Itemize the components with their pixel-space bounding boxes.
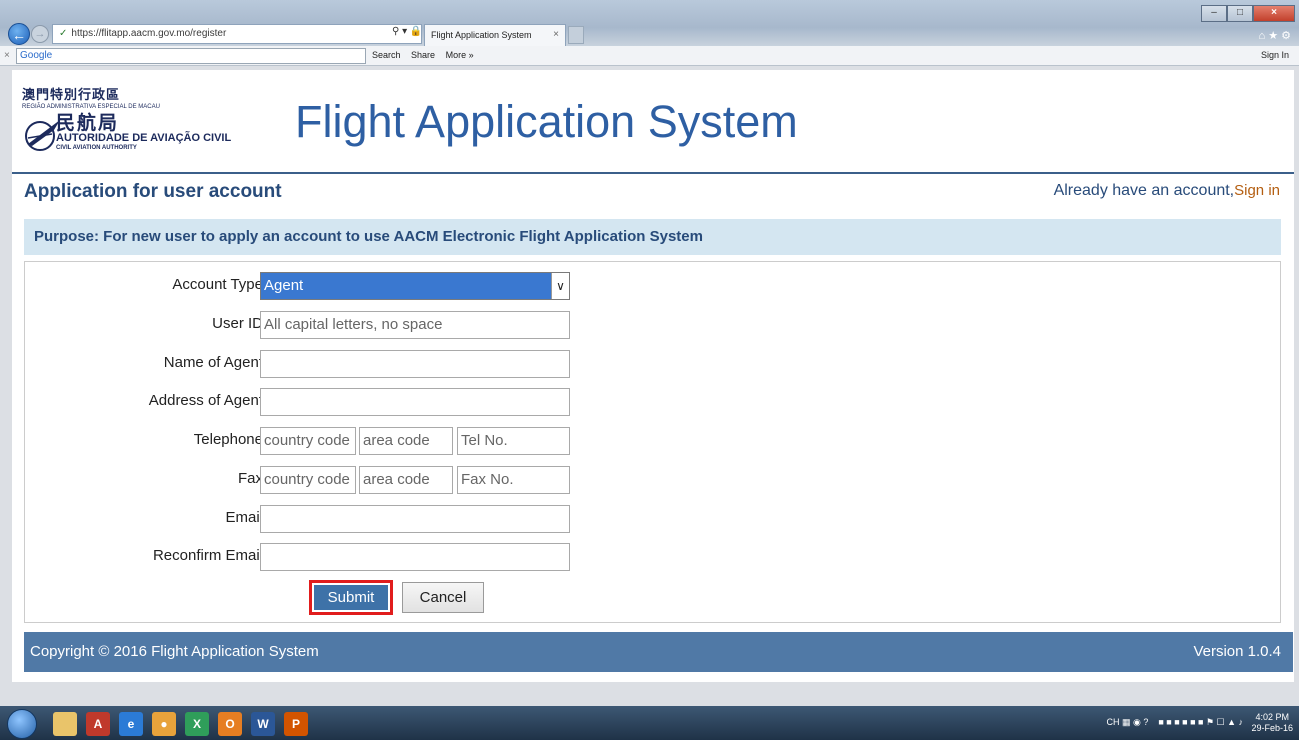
back-arrow-icon[interactable]: ← [8, 23, 30, 45]
email-row: Email [25, 505, 625, 533]
reconfirm-email-input[interactable] [260, 543, 570, 571]
system-tray[interactable]: CH ▦ ◉ ? ■ ■ ■ ■ ■ ■ ⚑ ☐ ▲ ♪ [1106, 717, 1243, 728]
agent-address-label: Address of Agent [148, 392, 263, 409]
minimize-icon[interactable]: – [1201, 5, 1227, 22]
agent-name-row: Name of Agent [25, 350, 625, 378]
browser-titlebar: ← → ✓ https://flitapp.aacm.gov.mo/registe… [0, 0, 1299, 46]
fax-area-code-input[interactable]: area code [359, 466, 453, 494]
google-toolbar: × Google Search Share More » Sign In [0, 46, 1299, 66]
reconfirm-email-label: Reconfirm Email [152, 547, 263, 564]
new-tab-button[interactable] [568, 26, 584, 44]
registration-form: Account Type Agent ∨ User ID All capital… [24, 261, 1281, 623]
aacm-logo: 澳門特別行政區 REGIÃO ADMINISTRATIVA ESPECIAL D… [22, 84, 282, 164]
fax-country-code-input[interactable]: country code [260, 466, 356, 494]
web-page: 澳門特別行政區 REGIÃO ADMINISTRATIVA ESPECIAL D… [12, 70, 1294, 682]
user-id-label: User ID [212, 315, 263, 332]
word-icon[interactable]: W [251, 712, 275, 736]
google-label: Google [20, 50, 53, 61]
page-footer: Copyright © 2016 Flight Application Syst… [24, 632, 1293, 672]
toolbar-items: Search Share More » [372, 50, 482, 60]
telephone-label: Telephone [193, 431, 263, 448]
toolbar-more[interactable]: More » [446, 50, 474, 60]
internet-explorer-icon[interactable]: e [119, 712, 143, 736]
powerpoint-icon[interactable]: P [284, 712, 308, 736]
account-prompt: Already have an account,Sign in [1054, 182, 1280, 200]
cancel-button[interactable]: Cancel [402, 582, 484, 613]
submit-button[interactable]: Submit [314, 585, 388, 610]
user-id-row: User ID All capital letters, no space [25, 311, 625, 339]
logo-portuguese-authority: AUTORIDADE DE AVIAÇÃO CIVIL [56, 132, 232, 144]
submit-highlight-box: Submit [309, 580, 393, 615]
home-star-gear-icons[interactable]: ⌂ ★ ⚙ [1259, 29, 1291, 42]
telephone-number-input[interactable]: Tel No. [457, 427, 570, 455]
telephone-area-code-input[interactable]: area code [359, 427, 453, 455]
google-search-box[interactable]: Google [16, 48, 366, 64]
windows-taskbar: A e ● X O W P CH ▦ ◉ ? ■ ■ ■ ■ ■ ■ ⚑ ☐ ▲… [0, 706, 1299, 740]
window-controls: – □ × [1201, 2, 1295, 22]
tab-title: Flight Application System [431, 30, 532, 40]
telephone-country-code-input[interactable]: country code [260, 427, 356, 455]
url-text: https://flitapp.aacm.gov.mo/register [71, 28, 227, 39]
close-window-icon[interactable]: × [1253, 5, 1295, 22]
user-id-input[interactable]: All capital letters, no space [260, 311, 570, 339]
address-bar[interactable]: ✓ https://flitapp.aacm.gov.mo/register [52, 24, 422, 44]
agent-address-row: Address of Agent [25, 388, 625, 416]
fax-number-input[interactable]: Fax No. [457, 466, 570, 494]
purpose-banner: Purpose: For new user to apply an accoun… [24, 219, 1281, 255]
sign-in-link[interactable]: Sign in [1234, 182, 1280, 199]
clock-time: 4:02 PM [1255, 712, 1289, 722]
windows-start-icon[interactable] [7, 709, 37, 739]
site-header: 澳門特別行政區 REGIÃO ADMINISTRATIVA ESPECIAL D… [12, 70, 1294, 174]
access-icon[interactable]: A [86, 712, 110, 736]
account-type-row: Account Type Agent ∨ [25, 272, 625, 300]
check-icon: ✓ [59, 28, 68, 39]
logo-chinese-region: 澳門特別行政區 [22, 87, 121, 102]
agent-name-label: Name of Agent [163, 354, 263, 371]
version-text: Version 1.0.4 [1193, 643, 1281, 660]
logo-chinese-authority: 民航局 [56, 113, 120, 134]
close-tab-icon[interactable]: × [553, 25, 559, 45]
copyright-text: Copyright © 2016 Flight Application Syst… [30, 643, 319, 660]
forward-arrow-icon[interactable]: → [31, 25, 49, 43]
chevron-down-icon[interactable]: ∨ [551, 273, 569, 299]
toolbar-share[interactable]: Share [411, 50, 435, 60]
reconfirm-email-row: Reconfirm Email [25, 543, 625, 571]
chrome-icon[interactable]: ● [152, 712, 176, 736]
agent-address-input[interactable] [260, 388, 570, 416]
agent-name-input[interactable] [260, 350, 570, 378]
telephone-row: Telephone country code area code Tel No. [25, 427, 625, 455]
account-type-label: Account Type [172, 276, 263, 293]
close-toolbar-icon[interactable]: × [4, 50, 10, 61]
toolbar-sign-in[interactable]: Sign In [1261, 50, 1289, 60]
browser-tab[interactable]: Flight Application System × [424, 24, 566, 46]
outlook-icon[interactable]: O [218, 712, 242, 736]
account-type-select[interactable]: Agent ∨ [260, 272, 570, 300]
clock-date: 29-Feb-16 [1251, 723, 1293, 733]
page-title: Application for user account [24, 181, 282, 202]
language-indicator[interactable]: CH [1106, 717, 1119, 727]
excel-icon[interactable]: X [185, 712, 209, 736]
site-title: Flight Application System [295, 96, 798, 147]
file-explorer-icon[interactable] [53, 712, 77, 736]
account-type-value: Agent [264, 277, 304, 294]
email-input[interactable] [260, 505, 570, 533]
taskbar-clock[interactable]: 4:02 PM 29-Feb-16 [1251, 712, 1293, 734]
fax-row: Fax country code area code Fax No. [25, 466, 625, 494]
email-label: Email [225, 509, 263, 526]
logo-english-authority: CIVIL AVIATION AUTHORITY [56, 145, 137, 151]
account-prompt-text: Already have an account, [1053, 182, 1235, 199]
toolbar-search[interactable]: Search [372, 50, 401, 60]
restore-icon[interactable]: □ [1227, 5, 1253, 22]
